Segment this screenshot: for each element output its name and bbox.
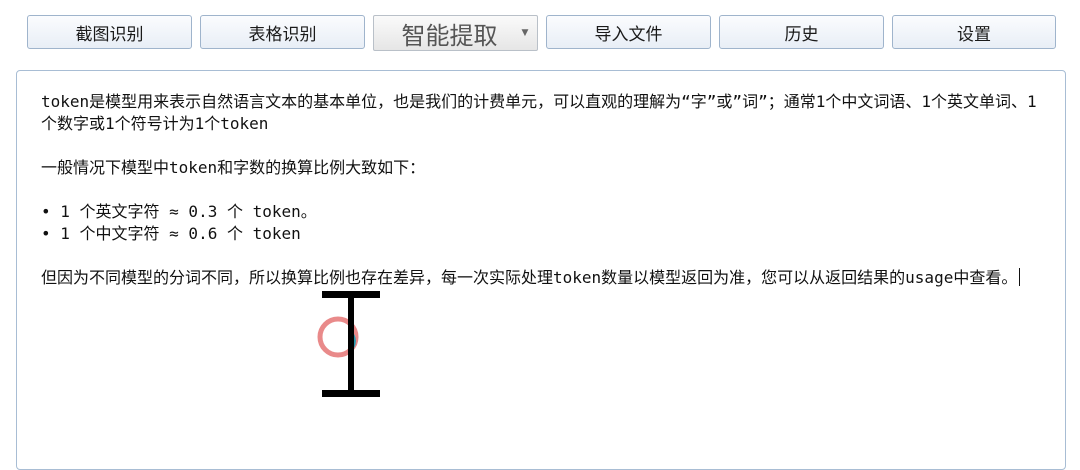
smart-extract-label: 智能提取 bbox=[401, 21, 498, 50]
chevron-down-icon[interactable]: ▼ bbox=[513, 16, 537, 50]
text-caret bbox=[1019, 268, 1021, 286]
editor-content: token是模型用来表示自然语言文本的基本单位，也是我们的计费单元，可以直观的理… bbox=[41, 91, 1041, 289]
smart-extract-dropdown[interactable]: 智能提取 ▼ bbox=[373, 15, 538, 51]
table-ocr-label: 表格识别 bbox=[248, 24, 317, 45]
history-label: 历史 bbox=[784, 24, 819, 45]
import-file-button[interactable]: 导入文件 bbox=[546, 15, 711, 49]
result-text-editor[interactable]: token是模型用来表示自然语言文本的基本单位，也是我们的计费单元，可以直观的理… bbox=[16, 70, 1066, 470]
table-ocr-button[interactable]: 表格识别 bbox=[200, 15, 365, 49]
history-button[interactable]: 历史 bbox=[719, 15, 884, 49]
toolbar: 截图识别 表格识别 智能提取 ▼ 导入文件 历史 设置 bbox=[0, 0, 1080, 64]
paragraph-usage-note: 但因为不同模型的分词不同，所以换算比例也存在差异，每一次实际处理token数量以… bbox=[41, 267, 1041, 289]
screenshot-ocr-label: 截图识别 bbox=[75, 24, 144, 45]
bullet-chinese-ratio: • 1 个中文字符 ≈ 0.6 个 token bbox=[41, 224, 301, 243]
import-file-label: 导入文件 bbox=[594, 24, 663, 45]
settings-button[interactable]: 设置 bbox=[892, 15, 1056, 49]
settings-label: 设置 bbox=[957, 24, 991, 45]
paragraph-ratio-intro: 一般情况下模型中token和字数的换算比例大致如下： bbox=[41, 158, 426, 177]
usage-note-text: 但因为不同模型的分词不同，所以换算比例也存在差异，每一次实际处理token数量以… bbox=[41, 268, 1018, 287]
paragraph-token-definition: token是模型用来表示自然语言文本的基本单位，也是我们的计费单元，可以直观的理… bbox=[41, 92, 1037, 133]
text-cursor-icon bbox=[317, 291, 380, 397]
bullet-english-ratio: • 1 个英文字符 ≈ 0.3 个 token。 bbox=[41, 202, 317, 221]
screenshot-ocr-button[interactable]: 截图识别 bbox=[27, 15, 192, 49]
